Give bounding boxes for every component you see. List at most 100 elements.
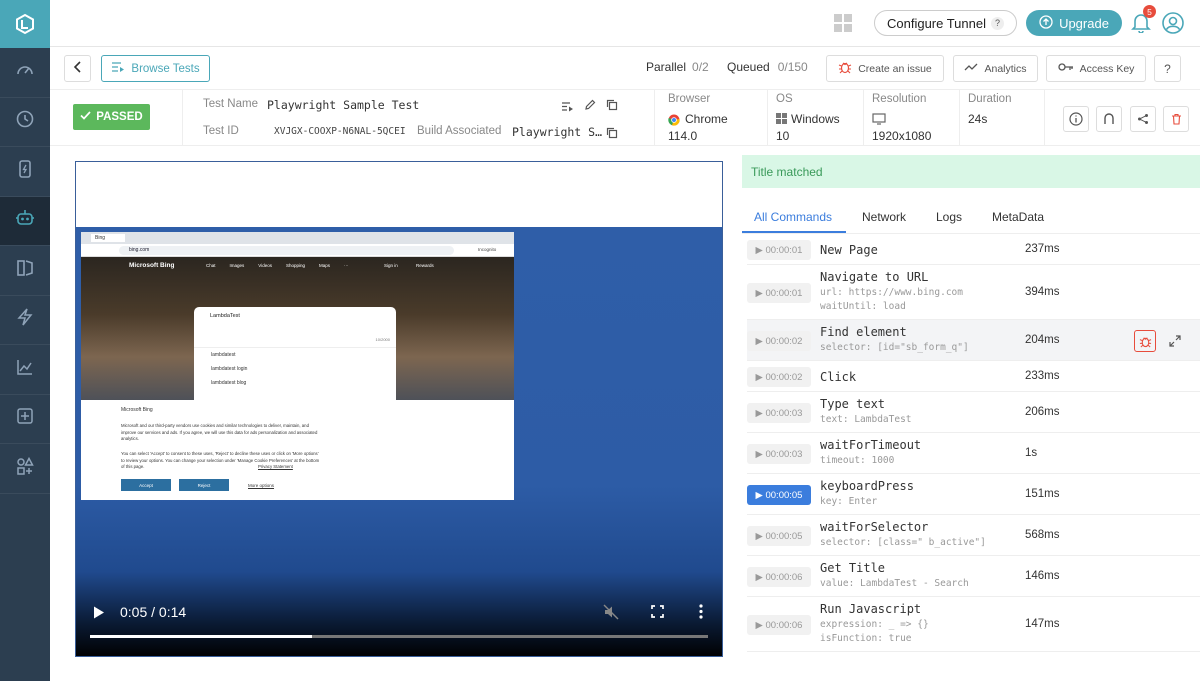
timestamp-text: 00:00:05 bbox=[765, 489, 803, 501]
play-icon: ▶ bbox=[755, 371, 766, 383]
bing-nav-item: ··· bbox=[344, 263, 349, 268]
command-timestamp[interactable]: ▶ 00:00:05 bbox=[747, 526, 811, 546]
command-timestamp[interactable]: ▶ 00:00:03 bbox=[747, 403, 811, 423]
video-time: 0:05 / 0:14 bbox=[120, 604, 186, 620]
resolution-value: 1920x1080 bbox=[872, 129, 932, 143]
parallel-indicator: Parallel 0/2 bbox=[646, 60, 709, 74]
copy-icon[interactable] bbox=[606, 98, 618, 116]
browse-tests-label: Browse Tests bbox=[131, 62, 200, 75]
access-key-button[interactable]: Access Key bbox=[1046, 55, 1146, 82]
command-row[interactable]: ▶ 00:00:05 waitForSelector selector: [clas… bbox=[747, 515, 1200, 556]
os-label: OS bbox=[776, 93, 793, 105]
timestamp-text: 00:00:06 bbox=[765, 619, 803, 631]
back-button[interactable] bbox=[64, 55, 91, 82]
browse-tests-button[interactable]: Browse Tests bbox=[101, 55, 210, 82]
robot-icon bbox=[14, 207, 36, 234]
expand-icon[interactable] bbox=[1169, 334, 1181, 352]
command-detail: isFunction: true bbox=[820, 633, 912, 644]
command-row[interactable]: ▶ 00:00:01 Navigate to URL url: https://ww… bbox=[747, 265, 1200, 320]
consent-accept: Accept bbox=[121, 479, 171, 491]
tab-logs[interactable]: Logs bbox=[936, 210, 962, 224]
video-progress-track[interactable] bbox=[90, 635, 708, 638]
copy-icon[interactable] bbox=[606, 126, 618, 144]
command-row[interactable]: ▶ 00:00:06 Run Javascript expression: _ =>… bbox=[747, 597, 1200, 652]
command-timestamp[interactable]: ▶ 00:00:06 bbox=[747, 567, 811, 587]
sidebar-item-visual[interactable] bbox=[0, 246, 50, 296]
magnet-icon[interactable] bbox=[1096, 106, 1122, 132]
command-duration: 394ms bbox=[1025, 286, 1060, 298]
command-timestamp[interactable]: ▶ 00:00:03 bbox=[747, 444, 811, 464]
command-name: Run Javascript bbox=[820, 602, 922, 616]
command-row[interactable]: ▶ 00:00:01 New Page 237ms bbox=[747, 234, 1200, 265]
monitor-icon bbox=[872, 112, 886, 130]
help-button[interactable]: ? bbox=[1154, 55, 1181, 82]
tab-all-commands[interactable]: All Commands bbox=[754, 210, 832, 224]
command-row[interactable]: ▶ 00:00:02 Click 233ms bbox=[747, 361, 1200, 392]
tab-network[interactable]: Network bbox=[862, 210, 906, 224]
bing-rewards: Rewards bbox=[416, 263, 434, 268]
windows-icon bbox=[776, 113, 787, 124]
bug-icon[interactable] bbox=[1134, 330, 1156, 352]
lambdatest-logo[interactable] bbox=[0, 0, 50, 48]
configure-tunnel-label: Configure Tunnel bbox=[886, 15, 986, 31]
fullscreen-icon[interactable] bbox=[651, 605, 664, 623]
command-timestamp[interactable]: ▶ 00:00:06 bbox=[747, 615, 811, 635]
sidebar-item-real-device[interactable] bbox=[0, 147, 50, 197]
upgrade-button[interactable]: Upgrade bbox=[1026, 10, 1122, 36]
browser-name: Chrome bbox=[685, 112, 728, 126]
command-row[interactable]: ▶ 00:00:02 Find element selector: [id="sb_… bbox=[747, 320, 1200, 361]
shapes-icon bbox=[15, 456, 35, 481]
sidebar-item-realtime[interactable] bbox=[0, 98, 50, 147]
tab-metadata[interactable]: MetaData bbox=[992, 210, 1044, 224]
play-icon: ▶ bbox=[755, 287, 766, 299]
resolution-label: Resolution bbox=[872, 93, 927, 105]
command-row[interactable]: ▶ 00:00:03 Type text text: LambdaTest 206ms bbox=[747, 392, 1200, 433]
command-row[interactable]: ▶ 00:00:03 waitForTimeout timeout: 1000 1s bbox=[747, 433, 1200, 474]
command-timestamp[interactable]: ▶ 00:00:01 bbox=[747, 240, 811, 260]
bing-nav-item: Chat bbox=[206, 263, 216, 268]
user-avatar-icon[interactable] bbox=[1161, 11, 1185, 40]
sidebar bbox=[0, 0, 50, 681]
info-icon[interactable] bbox=[1063, 106, 1089, 132]
create-issue-button[interactable]: Create an issue bbox=[826, 55, 944, 82]
bing-suggestion: lambdatest login bbox=[211, 366, 248, 372]
command-duration: 146ms bbox=[1025, 570, 1060, 582]
play-icon: ▶ bbox=[755, 448, 766, 460]
browser-label: Browser bbox=[668, 93, 711, 105]
timestamp-text: 00:00:06 bbox=[765, 571, 803, 583]
command-timestamp[interactable]: ▶ 00:00:02 bbox=[747, 331, 811, 351]
notification-badge: 5 bbox=[1143, 5, 1156, 18]
bing-nav-item: Shopping bbox=[285, 263, 305, 268]
consent-text: Microsoft and our third-party vendors us… bbox=[121, 423, 318, 441]
list-play-icon[interactable] bbox=[561, 99, 574, 117]
play-icon: ▶ bbox=[755, 244, 766, 256]
analytics-label: Analytics bbox=[984, 62, 1027, 75]
edit-icon[interactable] bbox=[584, 98, 596, 116]
command-detail: value: LambdaTest - Search bbox=[820, 578, 969, 589]
command-timestamp[interactable]: ▶ 00:00:01 bbox=[747, 283, 811, 303]
trash-icon[interactable] bbox=[1163, 106, 1189, 132]
sidebar-item-analytics[interactable] bbox=[0, 345, 50, 395]
command-timestamp[interactable]: ▶ 00:00:05 bbox=[747, 485, 811, 505]
incognito-label: Incognito bbox=[478, 247, 497, 252]
analytics-button[interactable]: Analytics bbox=[953, 55, 1038, 82]
command-row[interactable]: ▶ 00:00:05 keyboardPress key: Enter 151ms bbox=[747, 474, 1200, 515]
play-icon[interactable] bbox=[93, 606, 105, 624]
command-timestamp[interactable]: ▶ 00:00:02 bbox=[747, 367, 811, 387]
sidebar-item-dashboard[interactable] bbox=[0, 48, 50, 98]
play-icon: ▶ bbox=[755, 530, 766, 542]
apps-grid-icon[interactable] bbox=[834, 14, 852, 32]
configure-tunnel-button[interactable]: Configure Tunnel ? bbox=[874, 10, 1017, 36]
video-player[interactable]: Bing bing.com Incognito Microsoft Bing C… bbox=[75, 161, 723, 657]
top-bar: Configure Tunnel ? Upgrade 5 bbox=[50, 0, 1200, 47]
command-row[interactable]: ▶ 00:00:06 Get Title value: LambdaTest - S… bbox=[747, 556, 1200, 597]
command-name: waitForTimeout bbox=[820, 438, 922, 452]
sidebar-item-test-manager[interactable] bbox=[0, 395, 50, 444]
sidebar-item-integrations[interactable] bbox=[0, 444, 50, 494]
share-icon[interactable] bbox=[1130, 106, 1156, 132]
sidebar-item-hyperexecute[interactable] bbox=[0, 296, 50, 345]
command-duration: 204ms bbox=[1025, 334, 1060, 346]
more-vertical-icon[interactable] bbox=[699, 604, 703, 624]
mute-icon[interactable] bbox=[603, 604, 619, 625]
sidebar-item-automation[interactable] bbox=[0, 196, 50, 246]
